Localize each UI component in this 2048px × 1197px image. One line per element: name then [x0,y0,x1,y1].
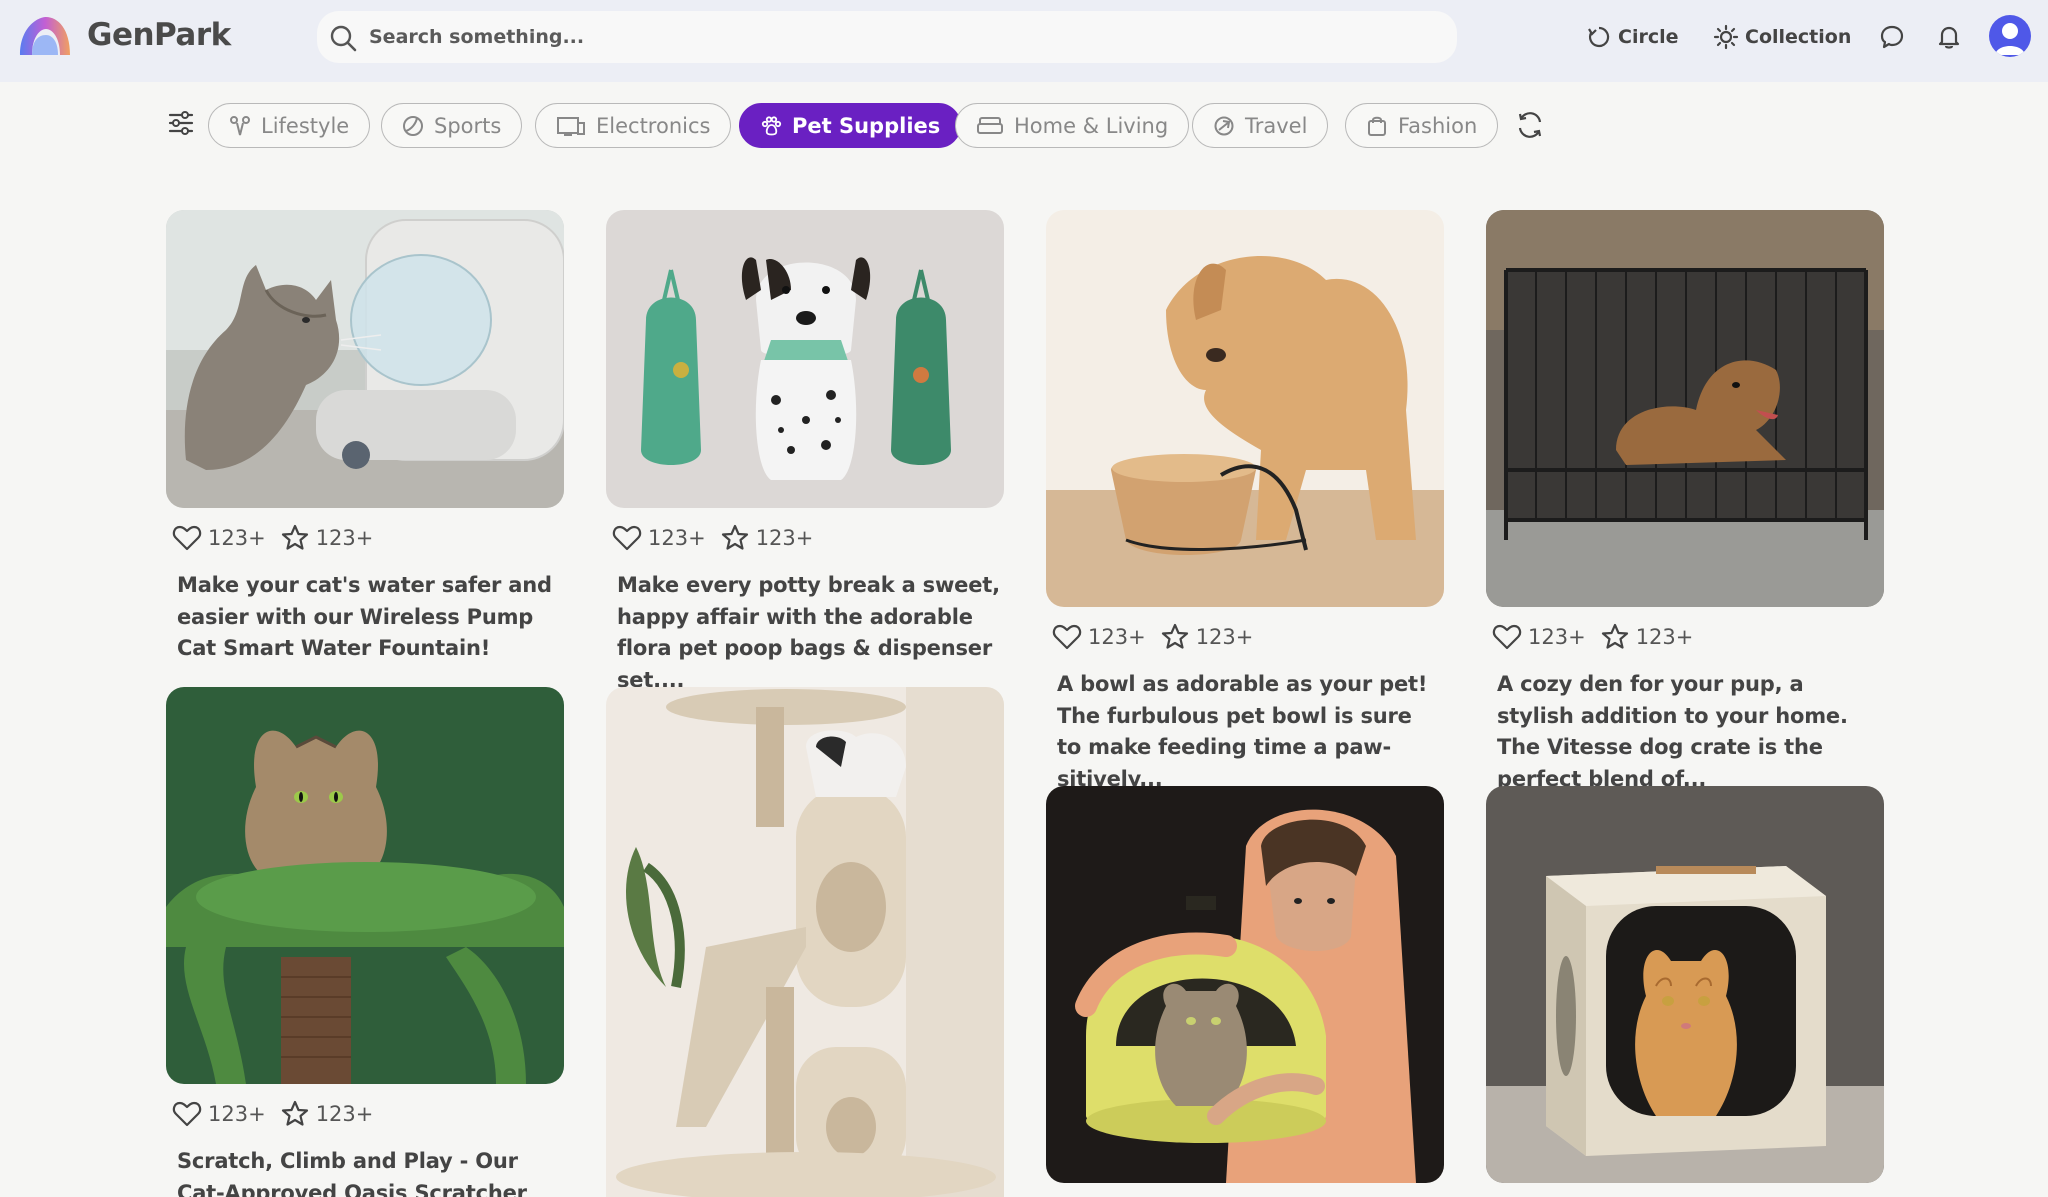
product-image-cactus-scratcher[interactable] [166,687,564,1084]
chip-lifestyle[interactable]: Lifestyle [208,103,371,148]
collection-icon [1713,24,1739,50]
star-button[interactable]: 123+ [280,523,374,553]
product-description[interactable]: A bowl as adorable as your pet! The furb… [1057,669,1442,795]
lifestyle-icon [230,115,250,135]
chip-electronics[interactable]: Electronics [535,103,732,148]
star-count: 123+ [755,526,814,550]
top-bar: GenPark Circle Collection [0,0,2048,82]
star-count: 123+ [1635,625,1694,649]
star-icon [281,524,308,550]
product-image-cat-tree[interactable] [606,687,1004,1197]
chat-button[interactable] [1875,20,1909,54]
star-button[interactable]: 123+ [720,523,814,553]
heart-icon [1492,624,1522,650]
product-description[interactable]: A cozy den for your pup, a stylish addit… [1497,669,1882,795]
card-stats: 123+ 123+ [1052,622,1253,652]
search-icon [330,25,357,52]
paw-icon [761,115,782,135]
chat-icon [1880,25,1904,49]
star-icon [281,1100,308,1126]
card-stats: 123+ 123+ [612,523,813,553]
like-count: 123+ [1528,625,1586,649]
chip-home-living[interactable]: Home & Living [955,103,1190,148]
circle-link[interactable]: Circle [1586,20,1679,54]
like-button[interactable]: 123+ [172,1100,266,1128]
chip-label: Electronics [596,113,711,138]
like-button[interactable]: 123+ [172,524,266,552]
star-icon [1601,623,1628,649]
electronics-icon [557,116,585,136]
star-button[interactable]: 123+ [1160,622,1254,652]
travel-icon [1214,116,1234,135]
chip-pet-supplies[interactable]: Pet Supplies [739,103,962,148]
product-image-pet-bowl[interactable] [1046,210,1444,607]
circle-label: Circle [1618,26,1679,48]
like-count: 123+ [208,1102,266,1126]
star-count: 123+ [315,526,374,550]
circle-icon [1588,26,1610,48]
star-icon [1161,623,1188,649]
card-stats: 123+ 123+ [172,1099,373,1129]
star-icon [721,524,748,550]
bell-icon [1938,26,1960,49]
heart-icon [1052,624,1082,650]
chip-label: Home & Living [1014,113,1169,138]
chip-travel[interactable]: Travel [1192,103,1329,148]
product-description[interactable]: Make your cat's water safer and easier w… [177,570,562,665]
collection-label: Collection [1745,26,1852,48]
star-count: 123+ [1195,625,1254,649]
chip-sports[interactable]: Sports [381,103,523,148]
bag-icon [1368,116,1386,136]
star-count: 123+ [315,1102,374,1126]
product-image-poop-bags[interactable] [606,210,1004,508]
chip-label: Lifestyle [261,113,350,138]
notifications-button[interactable] [1932,20,1966,54]
chip-fashion[interactable]: Fashion [1345,103,1499,148]
like-button[interactable]: 123+ [612,524,706,552]
like-count: 123+ [1088,625,1146,649]
star-button[interactable]: 123+ [280,1099,374,1129]
sports-icon [403,115,423,136]
chip-label: Pet Supplies [792,113,941,138]
card-stats: 123+ 123+ [172,523,373,553]
like-button[interactable]: 123+ [1052,623,1146,651]
like-button[interactable]: 123+ [1492,623,1586,651]
product-image-fountain[interactable] [166,210,564,508]
logo-icon[interactable] [18,15,72,57]
chip-label: Fashion [1398,113,1478,138]
like-count: 123+ [648,526,706,550]
avatar[interactable] [1989,15,2031,57]
star-button[interactable]: 123+ [1600,622,1694,652]
sofa-icon [977,116,1003,134]
card-stats: 123+ 123+ [1492,622,1693,652]
chip-label: Sports [434,113,502,138]
product-description[interactable]: Scratch, Climb and Play - Our Cat-Approv… [177,1146,562,1197]
chip-label: Travel [1245,113,1308,138]
product-description[interactable]: Make every potty break a sweet, happy af… [617,570,1002,696]
product-image-cube-bed[interactable] [1486,786,1884,1183]
search-input[interactable] [369,19,1429,55]
refresh-icon[interactable] [1515,110,1545,140]
product-image-dog-crate[interactable] [1486,210,1884,607]
heart-icon [612,525,642,551]
brand-name[interactable]: GenPark [87,17,231,53]
heart-icon [172,525,202,551]
heart-icon [172,1101,202,1127]
filter-settings-icon[interactable] [167,109,195,137]
product-image-litter-box[interactable] [1046,786,1444,1183]
avatar-icon [1995,23,2025,55]
collection-link[interactable]: Collection [1713,20,1851,54]
search-bar[interactable] [317,11,1457,63]
like-count: 123+ [208,526,266,550]
